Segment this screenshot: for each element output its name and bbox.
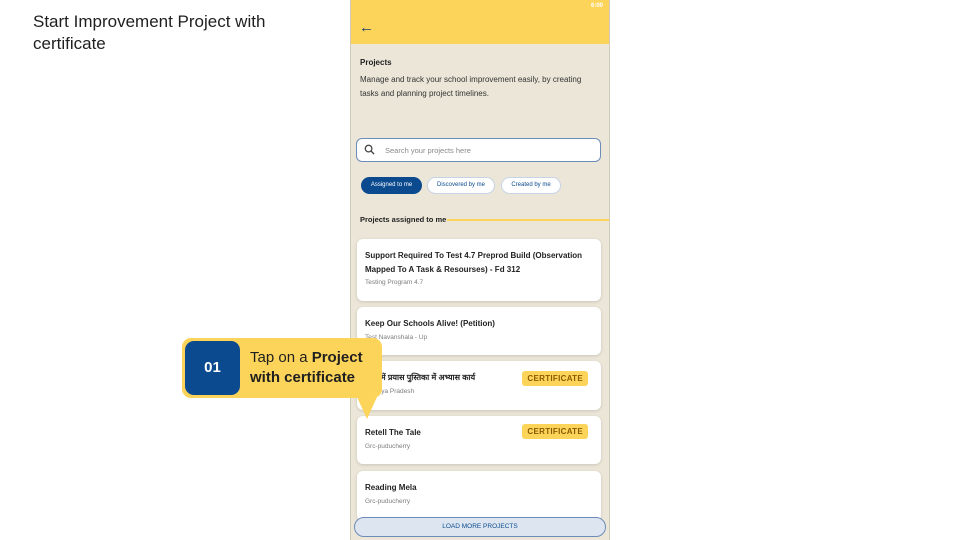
callout-pointer bbox=[357, 397, 377, 419]
project-card[interactable]: आश में प्रयास पुस्तिका में अभ्यास कार्य … bbox=[357, 361, 601, 410]
load-more-button[interactable]: LOAD MORE PROJECTS bbox=[354, 517, 606, 537]
project-program: Testing Program 4.7 bbox=[365, 279, 424, 286]
certificate-badge: CERTIFICATE bbox=[522, 424, 588, 439]
section-label: Projects assigned to me bbox=[360, 215, 447, 224]
step-callout: 01 Tap on a Project with certificate bbox=[182, 338, 382, 398]
project-program: Grc-puducherry bbox=[365, 443, 411, 450]
project-title: Reading Mela bbox=[365, 483, 417, 492]
slide-title: Start Improvement Project with certifica… bbox=[33, 12, 266, 53]
step-number: 01 bbox=[185, 341, 240, 395]
filter-assigned-to-me[interactable]: Assigned to me bbox=[361, 177, 422, 194]
section-divider bbox=[447, 219, 609, 221]
phone-screen: 6:00 ← Projects Manage and track your sc… bbox=[350, 0, 610, 540]
back-arrow-icon[interactable]: ← bbox=[359, 20, 374, 36]
project-card[interactable]: Keep Our Schools Alive! (Petition) Test … bbox=[357, 307, 601, 355]
project-card[interactable]: Reading Mela Grc-puducherry bbox=[357, 471, 601, 521]
step-instruction-prefix: Tap on a bbox=[250, 349, 312, 366]
certificate-badge: CERTIFICATE bbox=[522, 371, 588, 386]
search-icon bbox=[364, 144, 375, 155]
filter-discovered-by-me[interactable]: Discovered by me bbox=[427, 177, 495, 194]
project-card[interactable]: Retell The Tale Grc-puducherry CERTIFICA… bbox=[357, 416, 601, 464]
step-instruction: Tap on a Project with certificate bbox=[250, 348, 380, 388]
project-title: Retell The Tale bbox=[365, 428, 421, 437]
project-title: Keep Our Schools Alive! (Petition) bbox=[365, 319, 495, 328]
project-title-line2: Mapped To A Task & Resourses) - Fd 312 bbox=[365, 265, 521, 274]
filter-created-by-me[interactable]: Created by me bbox=[501, 177, 561, 194]
project-card[interactable]: Support Required To Test 4.7 Preprod Bui… bbox=[357, 239, 601, 301]
project-title: Support Required To Test 4.7 Preprod Bui… bbox=[365, 251, 583, 260]
page-description: Manage and track your school improvement… bbox=[360, 75, 582, 98]
project-program: Grc-puducherry bbox=[365, 498, 411, 505]
page-title: Projects bbox=[360, 58, 392, 67]
status-time: 6:00 bbox=[590, 3, 603, 9]
search-input[interactable] bbox=[385, 143, 585, 157]
app-bar: 6:00 ← bbox=[351, 0, 609, 44]
search-box[interactable] bbox=[356, 138, 601, 162]
